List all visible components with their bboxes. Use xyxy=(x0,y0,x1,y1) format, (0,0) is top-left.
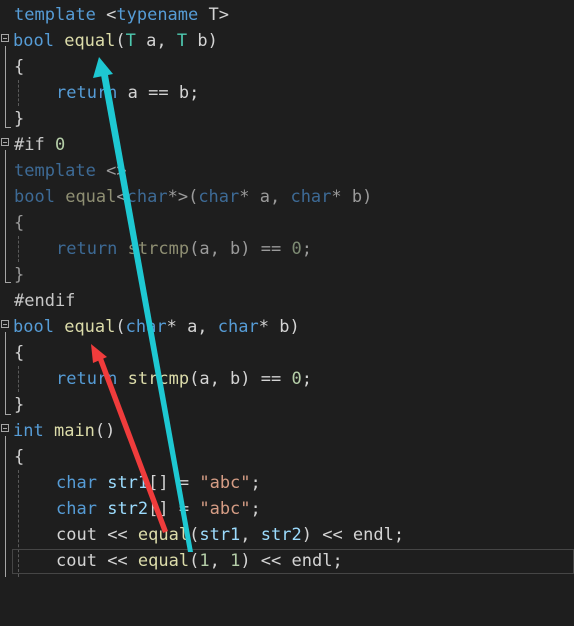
annotation-arrows xyxy=(91,57,193,552)
code-editor[interactable]: template <typename T> bool equal(T a, T … xyxy=(0,0,574,577)
